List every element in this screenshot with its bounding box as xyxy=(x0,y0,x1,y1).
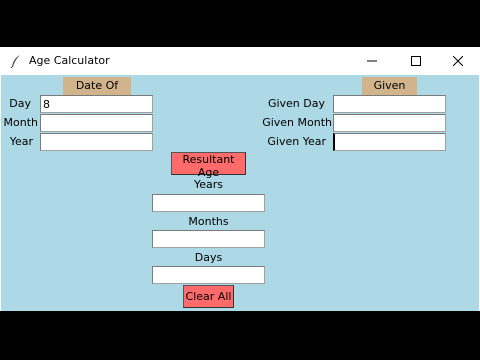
feather-icon xyxy=(10,55,20,68)
months-output[interactable] xyxy=(152,230,265,248)
minimize-button[interactable] xyxy=(350,47,394,75)
maximize-button[interactable] xyxy=(394,47,438,75)
app-window: Age Calculator Date Of Birth Day Month Y… xyxy=(0,47,480,311)
days-label: Days xyxy=(194,251,223,264)
days-output[interactable] xyxy=(152,266,265,284)
months-label: Months xyxy=(188,215,229,228)
year-label: Year xyxy=(9,135,33,148)
clear-all-button[interactable]: Clear All xyxy=(183,285,234,308)
title-bar[interactable]: Age Calculator xyxy=(0,47,480,75)
day-label: Day xyxy=(9,97,31,110)
minimize-icon xyxy=(367,60,377,62)
month-label: Month xyxy=(3,116,38,129)
maximize-icon xyxy=(411,56,421,66)
month-input[interactable] xyxy=(40,114,153,132)
years-label: Years xyxy=(193,178,224,191)
day-input[interactable] xyxy=(40,95,153,113)
given-day-label: Given Day xyxy=(267,97,325,110)
given-date-header: Given Date xyxy=(362,77,417,110)
dob-header: Date Of Birth xyxy=(63,77,131,110)
years-output[interactable] xyxy=(152,194,265,212)
close-button[interactable] xyxy=(436,47,480,75)
window-title: Age Calculator xyxy=(29,54,110,67)
given-month-label: Given Month xyxy=(262,116,332,129)
app-content: Date Of Birth Day Month Year Given Date … xyxy=(1,75,479,311)
given-year-input[interactable] xyxy=(333,133,446,151)
year-input[interactable] xyxy=(40,133,153,151)
given-year-label: Given Year xyxy=(267,135,326,148)
given-month-input[interactable] xyxy=(333,114,446,132)
resultant-age-button[interactable]: Resultant Age xyxy=(171,152,246,179)
close-icon xyxy=(453,56,463,66)
given-day-input[interactable] xyxy=(333,95,446,113)
